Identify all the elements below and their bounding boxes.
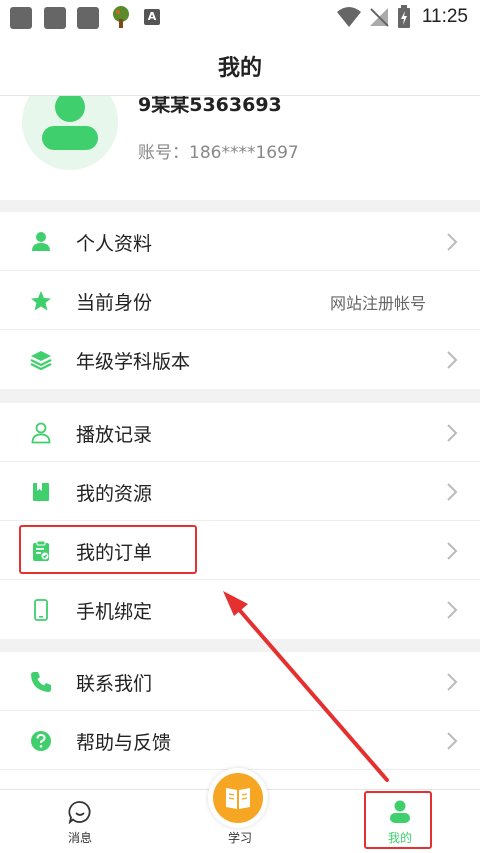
star-icon [31,291,51,311]
chevron-right-icon [447,483,458,501]
book-icon [33,483,49,501]
chevron-right-icon [447,351,458,369]
battery-icon [398,5,410,28]
menu-item-play-history[interactable]: 播放记录 [0,403,480,462]
avatar-body-icon [42,126,98,150]
menu-item-profile[interactable]: 个人资料 [0,212,480,271]
avatar[interactable] [22,96,118,170]
a-icon: A [144,9,160,25]
nav-label: 我的 [387,831,412,845]
signal-icon [370,8,389,27]
telephone-icon [31,672,51,692]
user-outline-icon [31,422,51,444]
chevron-right-icon [447,673,458,691]
app-notification-icon [113,6,129,28]
menu-item-label: 我的订单 [76,542,153,564]
menu-item-label: 联系我们 [76,673,153,695]
notification-icon [77,7,99,29]
notification-icon [10,7,32,29]
layers-icon [30,351,52,371]
person-icon [390,800,410,823]
menu-item-label: 帮助与反馈 [76,732,172,754]
menu-item-grade-subject[interactable]: 年级学科版本 [0,330,480,389]
section-divider [0,389,480,403]
avatar-head-icon [55,96,85,122]
phone-icon [34,599,48,621]
chevron-right-icon [447,732,458,750]
status-bar: A 11:25 [0,0,480,34]
username: 9某某5363693 [138,96,282,116]
chevron-right-icon [447,424,458,442]
study-button-inner [213,773,263,823]
profile-card[interactable]: 9某某5363693 账号：186****1697 [0,96,480,200]
chevron-right-icon [447,601,458,619]
menu-item-identity[interactable]: 当前身份 网站注册帐号 [0,271,480,330]
menu-item-label: 手机绑定 [76,601,153,623]
section-divider [0,639,480,652]
account-number: 账号：186****1697 [138,143,299,163]
menu-item-my-orders[interactable]: 我的订单 [0,521,480,580]
menu-item-label: 年级学科版本 [76,351,191,373]
clock-time: 11:25 [421,6,468,27]
bottom-navigation: 消息 学习 我的 [0,768,480,853]
nav-tab-messages[interactable]: 消息 [40,790,120,853]
chevron-right-icon [447,233,458,251]
smile-chat-icon [68,801,91,824]
nav-tab-study[interactable]: 学习 [200,768,280,853]
menu-item-label: 个人资料 [76,233,153,255]
wifi-icon [337,7,361,27]
menu-item-contact-us[interactable]: 联系我们 [0,652,480,711]
menu-item-help-feedback[interactable]: 帮助与反馈 [0,711,480,770]
chevron-right-icon [447,542,458,560]
notification-icon [44,7,66,29]
nav-label: 消息 [67,831,92,845]
nav-tab-mine[interactable]: 我的 [360,790,440,853]
study-button[interactable] [208,768,268,828]
menu-item-my-resources[interactable]: 我的资源 [0,462,480,521]
identity-value: 网站注册帐号 [329,294,426,313]
person-icon [32,232,50,251]
page-title: 我的 [217,56,262,81]
menu-item-label: 我的资源 [76,483,153,505]
order-clipboard-icon [33,540,49,561]
menu-item-phone-binding[interactable]: 手机绑定 [0,580,480,639]
title-bar: 我的 [0,34,480,96]
nav-label: 学习 [227,831,252,845]
menu-item-label: 当前身份 [76,292,153,314]
open-book-icon [226,788,250,809]
help-icon [31,731,51,751]
menu-item-label: 播放记录 [76,424,153,446]
section-divider [0,200,480,212]
